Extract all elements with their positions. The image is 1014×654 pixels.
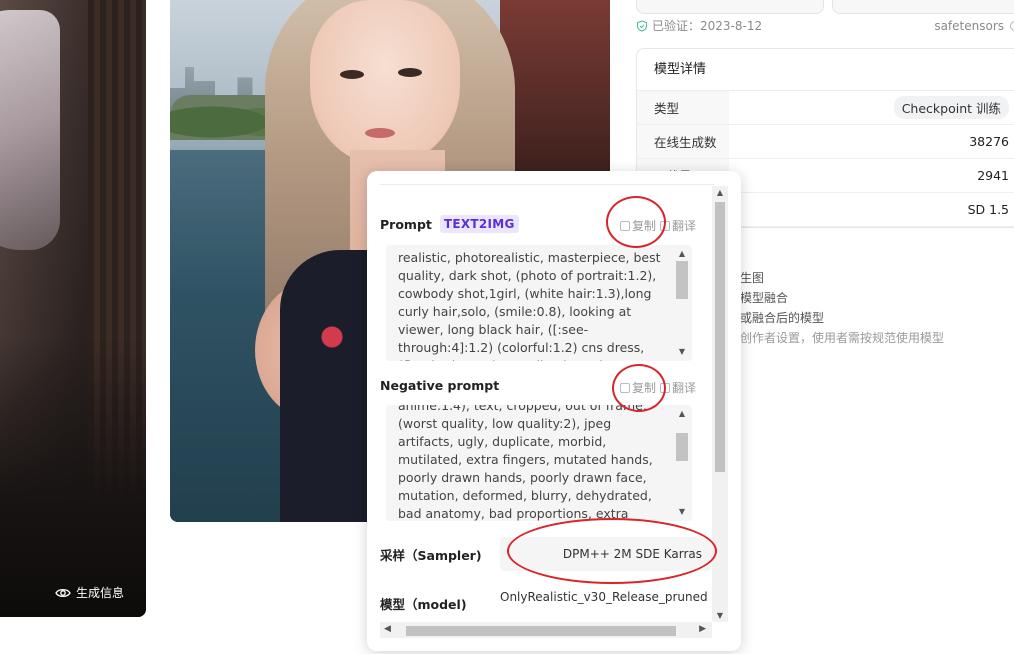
gen-info-label: 生成信息 (76, 586, 125, 600)
negative-scrollbar[interactable]: ▲ ▼ (676, 409, 688, 517)
permissions-list: 生图 模型融合 或融合后的模型 创作者设置，使用者需按规范使用模型 (740, 268, 944, 348)
file-format: safetensors (934, 18, 1004, 33)
details-title: 模型详情 (637, 49, 1014, 91)
photo-floor (0, 337, 146, 617)
gen-info-popup: Prompt TEXT2IMG 复制 翻译 realistic, photore… (367, 171, 741, 651)
photo-eye-right (398, 68, 422, 77)
photo-lips (365, 128, 395, 138)
details-value: 2941 (977, 168, 1009, 183)
prompt-translate-button[interactable]: 翻译 (660, 217, 696, 234)
details-row-generations: 在线生成数 38276 (637, 125, 1014, 159)
prompt-actions: 复制 翻译 (620, 217, 696, 234)
negative-title: Negative prompt (380, 378, 499, 393)
prompt-scrollbar[interactable]: ▲ ▼ (676, 249, 688, 357)
negative-textbox[interactable]: anime:1.4), text, cropped, out of frame,… (386, 405, 692, 521)
action-button-2[interactable] (832, 0, 1014, 14)
prompt-type-tag: TEXT2IMG (439, 215, 519, 233)
info-icon[interactable] (1010, 20, 1014, 31)
gallery-card-left[interactable]: 生成信息 (0, 0, 146, 617)
photo-figure (0, 10, 60, 250)
type-badge: Checkpoint 训练 (893, 96, 1009, 119)
model-value: OnlyRealistic_v30_Release_pruned (500, 590, 708, 604)
sampler-value: DPM++ 2M SDE Karras (500, 537, 712, 571)
translate-icon (660, 220, 671, 231)
negative-text: anime:1.4), text, cropped, out of frame,… (398, 405, 653, 521)
prompt-text: realistic, photorealistic, masterpiece, … (398, 250, 661, 361)
sampler-label: 采样（Sampler) (380, 548, 482, 563)
popup-content: Prompt TEXT2IMG 复制 翻译 realistic, photore… (380, 184, 714, 624)
gen-info-button[interactable]: 生成信息 (55, 584, 124, 601)
popup-vertical-scrollbar[interactable]: ▲ ▼ (712, 186, 728, 622)
prompt-textbox[interactable]: realistic, photorealistic, masterpiece, … (386, 245, 692, 361)
action-button-1[interactable] (636, 0, 824, 14)
verify-row: 已验证：2023-8-12 safetensors (636, 17, 1014, 34)
photo-building (500, 0, 610, 180)
negative-translate-button[interactable]: 翻译 (660, 379, 696, 396)
details-value: SD 1.5 (967, 202, 1009, 217)
popup-horizontal-scrollbar[interactable]: ◀ ▶ (380, 622, 712, 638)
details-key: 类型 (637, 91, 729, 124)
model-label: 模型（model) (380, 597, 467, 612)
details-value: 38276 (969, 134, 1009, 149)
permission-item: 创作者设置，使用者需按规范使用模型 (740, 331, 945, 345)
photo-face (310, 0, 460, 165)
photo-eye-left (340, 70, 364, 79)
shield-check-icon (637, 19, 647, 32)
eye-icon (55, 588, 71, 597)
details-key: 在线生成数 (637, 125, 729, 158)
details-row-type: 类型 Checkpoint 训练 (637, 91, 1014, 125)
prompt-label: Prompt (380, 216, 432, 232)
negative-copy-button[interactable]: 复制 (620, 379, 656, 396)
verified-date: 已验证：2023-8-12 (652, 19, 763, 33)
prompt-copy-button[interactable]: 复制 (620, 217, 656, 234)
negative-actions: 复制 翻译 (620, 379, 696, 396)
copy-icon (620, 382, 630, 393)
permission-item: 模型融合 (740, 291, 789, 305)
top-action-buttons (636, 0, 1014, 14)
permission-item: 或融合后的模型 (740, 311, 825, 325)
prompt-title: Prompt TEXT2IMG (380, 215, 519, 233)
negative-label: Negative prompt (380, 378, 500, 393)
copy-icon (620, 220, 630, 231)
model-row: 模型（model) (380, 594, 467, 613)
sampler-row: 采样（Sampler) (380, 545, 482, 564)
permission-item: 生图 (740, 271, 765, 285)
translate-icon (660, 382, 671, 393)
